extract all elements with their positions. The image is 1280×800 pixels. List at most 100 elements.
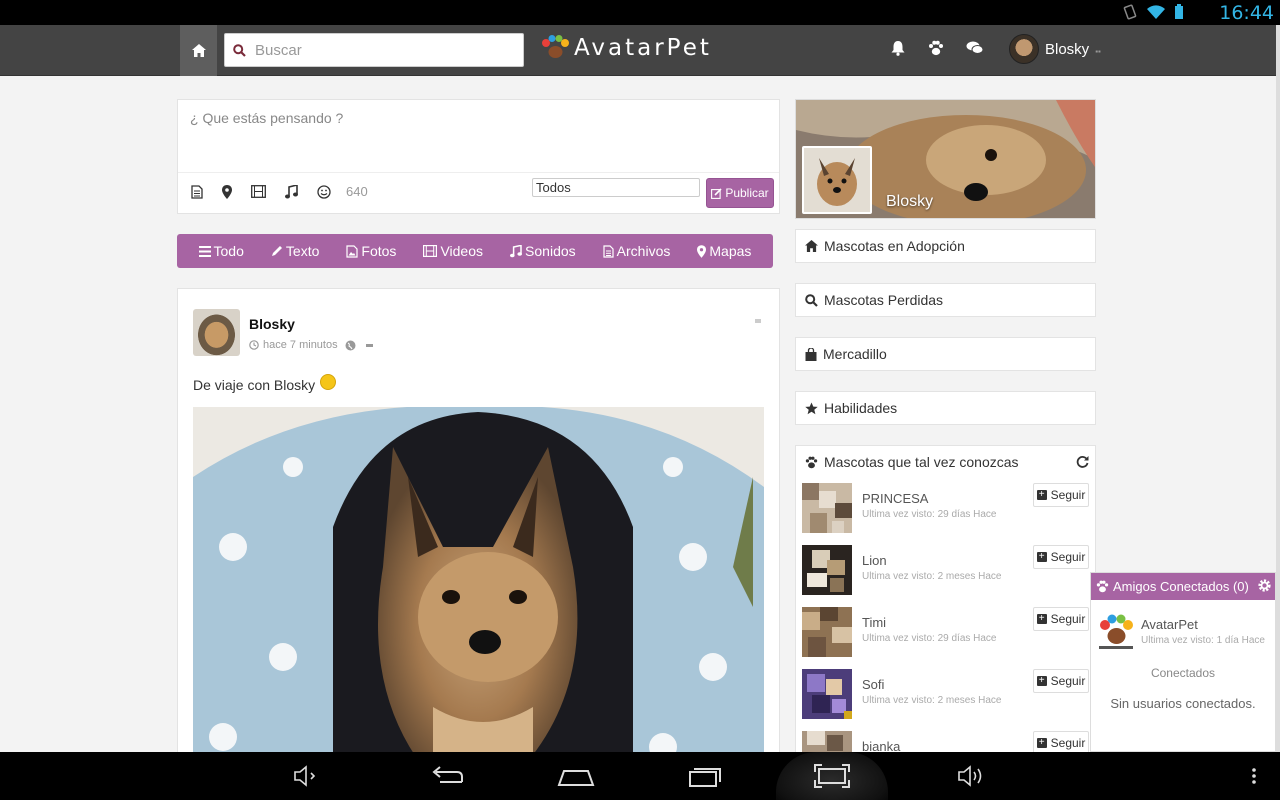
search-icon [233,44,246,57]
volume-down-icon[interactable] [293,764,319,788]
search-icon [805,293,818,307]
suggestion-item: Lion Ultima vez visto: 2 meses Hace + Seg… [802,545,1092,597]
suggestion-item: Timi Ultima vez visto: 29 días Hace + Seg… [802,607,1092,659]
contact-last-seen: Ultima vez visto: 1 día Hace [1141,635,1265,646]
dog-photo [193,407,764,757]
refresh-icon[interactable] [1076,455,1089,468]
paw-icon [1096,580,1109,593]
link-lost-pets[interactable]: Mascotas Perdidas [795,283,1096,317]
music-icon[interactable] [285,184,298,199]
filter-fotos[interactable]: Fotos [346,243,396,259]
pet-name[interactable]: Sofi [862,677,884,692]
nav-icons [890,40,984,56]
screenshot-icon[interactable] [814,764,850,788]
scrollbar[interactable] [1276,25,1280,752]
volume-up-icon[interactable] [957,764,987,788]
follow-button[interactable]: + Seguir [1033,669,1089,693]
plus-square-icon: + [1036,738,1047,748]
pet-name[interactable]: Lion [862,553,887,568]
menu-dots-icon[interactable] [1250,764,1258,788]
globe-icon [345,340,356,350]
top-navbar: AvatarPet Blosky ▪▪ [0,25,1276,76]
post-photo[interactable] [193,407,764,757]
wifi-icon [1147,5,1165,19]
home-nav-icon[interactable] [557,764,595,788]
pet-avatar[interactable] [802,483,852,533]
filter-mapas[interactable]: Mapas [697,243,751,259]
paw-icon [805,456,818,468]
publish-label: Publicar [725,186,769,200]
pet-name[interactable]: Timi [862,615,886,630]
file-icon [603,244,614,258]
filter-texto[interactable]: Texto [271,243,319,259]
post-composer: 640 Todos Publicar [177,99,780,214]
pet-last-seen: Ultima vez visto: 29 días Hace [862,509,997,520]
gear-icon[interactable] [1257,578,1272,593]
pet-avatar[interactable] [802,545,852,595]
filter-todo[interactable]: Todo [198,243,244,259]
no-users-text: Sin usuarios conectados. [1110,696,1256,711]
filter-bar: Todo Texto Fotos Videos Sonidos Archivos… [177,234,773,268]
link-market[interactable]: Mercadillo [795,337,1096,371]
pet-avatar[interactable] [802,607,852,657]
avatar [1009,34,1039,64]
privacy-select[interactable]: Todos [532,178,700,197]
link-adoption[interactable]: Mascotas en Adopción [795,229,1096,263]
plus-square-icon: + [1036,676,1047,686]
paw-icon[interactable] [928,40,944,56]
follow-button[interactable]: + Seguir [1033,545,1089,569]
char-count: 640 [346,184,368,199]
filter-label: Mapas [709,243,752,259]
privacy-dropdown-icon[interactable] [365,343,373,347]
filter-label: Texto [285,243,320,259]
post-input[interactable] [190,110,765,160]
file-icon[interactable] [191,184,203,199]
filter-label: Todo [213,243,244,259]
chat-panel: Amigos Conectados (0) AvatarPet Ultima v… [1090,572,1276,752]
back-icon[interactable] [430,764,466,788]
pencil-icon [271,246,282,256]
filter-label: Archivos [616,243,671,259]
post-options-icon[interactable] [755,319,761,323]
bell-icon[interactable] [890,40,906,56]
filter-archivos[interactable]: Archivos [603,243,671,259]
filter-sonidos[interactable]: Sonidos [510,243,576,259]
follow-label: Seguir [1050,736,1086,750]
connected-label: Conectados [1150,666,1216,680]
filter-videos[interactable]: Videos [423,243,483,259]
composer-tools: 640 [191,184,368,199]
smile-icon[interactable] [317,184,331,199]
post-text-content: De viaje con Blosky [193,377,316,393]
map-marker-icon[interactable] [222,184,232,199]
post-card: Blosky hace 7 minutos De viaje con Blosk… [177,288,780,758]
profile-avatar[interactable] [802,146,872,214]
search-box[interactable] [224,33,524,67]
publish-button[interactable]: Publicar [706,178,774,208]
system-nav-bar [0,752,1280,800]
recent-apps-icon[interactable] [687,764,723,788]
profile-card[interactable]: Blosky [795,99,1096,219]
post-text: De viaje con Blosky [193,374,337,393]
clock-icon [249,340,259,350]
pet-name[interactable]: PRINCESA [862,491,928,506]
search-input[interactable] [255,34,520,66]
home-icon [191,44,206,57]
post-author[interactable]: Blosky [249,316,295,332]
link-skills[interactable]: Habilidades [795,391,1096,425]
profile-name: Blosky [886,193,934,210]
star-icon [805,402,818,414]
list-icon [198,245,211,257]
chat-contact[interactable]: AvatarPet Ultima vez visto: 1 día Hace [1097,613,1272,657]
chat-header[interactable]: Amigos Conectados (0) [1091,573,1275,600]
logo[interactable]: AvatarPet [540,35,712,61]
film-icon[interactable] [251,185,266,198]
user-menu[interactable]: Blosky ▪▪ [1009,34,1101,64]
follow-button[interactable]: + Seguir [1033,607,1089,631]
filter-label: Videos [440,243,484,259]
pet-avatar[interactable] [802,669,852,719]
home-button[interactable] [180,25,217,76]
post-avatar[interactable] [193,309,240,356]
follow-button[interactable]: + Seguir [1033,483,1089,507]
chat-icon[interactable] [966,40,984,56]
plus-square-icon: + [1036,552,1047,562]
